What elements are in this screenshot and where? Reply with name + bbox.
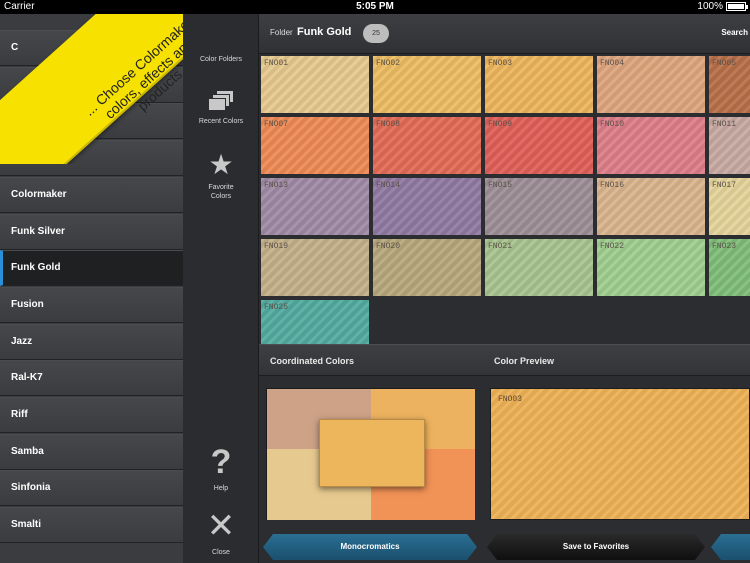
color-swatch[interactable]: FNO14 — [372, 177, 482, 236]
color-swatch[interactable]: FNO22 — [596, 238, 706, 297]
color-swatch-label: FNO05 — [712, 59, 737, 68]
color-swatch-label: FNO16 — [600, 181, 625, 190]
folder-list-item[interactable]: Samba — [0, 433, 183, 470]
color-swatch[interactable]: FNO16 — [596, 177, 706, 236]
folder-list-item[interactable]: Riff — [0, 397, 183, 433]
folder-list-item[interactable]: ...ver — [0, 103, 183, 140]
color-preview-swatch: FNO03 — [490, 388, 750, 520]
swatch-grid: FNO01 FNO02 FNO03 FNO04 FNO05 FNO07 FNO08 FNO09… — [259, 54, 750, 344]
color-swatch-label: FNO25 — [264, 303, 289, 312]
color-swatch[interactable]: FNO25 — [260, 299, 370, 344]
color-swatch[interactable]: FNO11 — [708, 116, 750, 175]
color-preview-label: FNO03 — [498, 395, 523, 404]
color-swatch-label: FNO01 — [264, 59, 289, 68]
folder-list-item[interactable]: C — [0, 30, 183, 66]
folder-name: Funk Gold — [297, 26, 352, 38]
coordinated-color-center[interactable] — [319, 419, 425, 487]
save-to-favorites-button[interactable]: Save to Favorites — [487, 534, 705, 560]
grid-icon — [208, 24, 234, 50]
color-swatch-label: FNO08 — [376, 120, 401, 129]
icon-sidebar: Color Folders Recent Colors ★ Favorite C… — [183, 14, 259, 563]
color-swatch[interactable]: FNO03 — [484, 55, 594, 114]
color-swatch[interactable]: FNO01 — [260, 55, 370, 114]
color-swatch[interactable]: FNO17 — [708, 177, 750, 236]
color-swatch-label: FNO19 — [264, 242, 289, 251]
battery-percent: 100% — [697, 1, 723, 12]
battery-icon — [726, 2, 748, 11]
color-swatch-label: FNO07 — [264, 120, 289, 129]
star-icon: ★ — [208, 149, 234, 180]
color-swatch-label: FNO20 — [376, 242, 401, 251]
color-swatch-label: FNO17 — [712, 181, 737, 190]
monocromatics-button[interactable]: Monocromatics — [263, 534, 477, 560]
color-folders-label: Color Folders — [199, 56, 242, 63]
color-preview-header: Color Preview — [483, 344, 750, 376]
coordinated-colors-header: Coordinated Colors — [259, 344, 483, 376]
folder-list-item[interactable]: Smalti — [0, 507, 183, 544]
folder-list-item[interactable] — [0, 66, 183, 103]
favorite-colors-label-2: Colors — [210, 193, 232, 200]
question-mark-icon: ? — [210, 443, 232, 481]
favorite-colors-label-1: Favorite — [208, 184, 234, 191]
color-swatch[interactable]: FNO08 — [372, 116, 482, 175]
color-swatch[interactable]: FNO02 — [372, 55, 482, 114]
close-label: Close — [212, 549, 230, 556]
close-button[interactable]: ✕ Close — [183, 509, 259, 556]
search-button[interactable]: Search — [721, 28, 748, 37]
folder-label: Folder — [270, 28, 293, 37]
folder-list-item[interactable]: Jazz — [0, 323, 183, 360]
status-bar: Carrier 5:05 PM 100% — [0, 0, 750, 14]
recent-colors-button[interactable]: Recent Colors — [183, 90, 259, 125]
color-swatch[interactable]: FNO23 — [708, 238, 750, 297]
color-swatch-label: FNO21 — [488, 242, 513, 251]
color-swatch-label: FNO13 — [264, 181, 289, 190]
help-button[interactable]: ? Help — [183, 445, 259, 492]
close-icon: ✕ — [206, 507, 236, 545]
coordinated-colors-swatch — [266, 388, 475, 520]
folder-list-item[interactable]: Sinfonia — [0, 470, 183, 507]
color-swatch[interactable]: FNO15 — [484, 177, 594, 236]
folder-list-item[interactable]: Funk Silver — [0, 213, 183, 250]
color-swatch[interactable]: FNO21 — [484, 238, 594, 297]
color-swatch-label: FNO10 — [600, 120, 625, 129]
folder-list-item[interactable]: Funk Gold — [0, 250, 183, 287]
color-swatch[interactable]: FNO20 — [372, 238, 482, 297]
folder-count-badge: 25 — [363, 24, 389, 43]
color-folders-button[interactable]: Color Folders — [183, 24, 259, 63]
folder-list-item[interactable]: ...bbin' Gold — [0, 140, 183, 177]
clock: 5:05 PM — [356, 1, 394, 12]
color-swatch-label: FNO14 — [376, 181, 401, 190]
battery-indicator: 100% — [697, 1, 748, 12]
recent-colors-label: Recent Colors — [198, 118, 244, 125]
folder-list: C ...ver ...bbin' Gold Colormaker Funk Silve… — [0, 14, 183, 563]
stacked-cards-icon — [208, 90, 234, 112]
color-swatch[interactable]: FNO10 — [596, 116, 706, 175]
folder-list-item[interactable]: Colormaker — [0, 176, 183, 213]
color-swatch[interactable]: FNO05 — [708, 55, 750, 114]
help-label: Help — [213, 485, 229, 492]
color-swatch[interactable]: FNO19 — [260, 238, 370, 297]
color-swatch-label: FNO15 — [488, 181, 513, 190]
battery-fill — [728, 4, 744, 9]
color-swatch-label: FNO02 — [376, 59, 401, 68]
color-preview-title: Color Preview — [494, 356, 555, 366]
folder-list-item[interactable]: Fusion — [0, 286, 183, 323]
color-swatch[interactable]: FNO07 — [260, 116, 370, 175]
color-swatch-label: FNO09 — [488, 120, 513, 129]
color-swatch[interactable]: FNO09 — [484, 116, 594, 175]
color-swatch-label: FNO11 — [712, 120, 737, 129]
folder-list-item[interactable]: Ral-K7 — [0, 360, 183, 397]
favorite-colors-button[interactable]: ★ Favorite Colors — [183, 149, 259, 201]
color-swatch[interactable]: FNO04 — [596, 55, 706, 114]
color-swatch-label: FNO03 — [488, 59, 513, 68]
color-swatch[interactable]: FNO13 — [260, 177, 370, 236]
folder-header: Folder Funk Gold 25 Search — [259, 14, 750, 54]
color-swatch-label: FNO04 — [600, 59, 625, 68]
color-swatch-label: FNO22 — [600, 242, 625, 251]
color-swatch-label: FNO23 — [712, 242, 737, 251]
coordinated-colors-title: Coordinated Colors — [270, 356, 355, 366]
